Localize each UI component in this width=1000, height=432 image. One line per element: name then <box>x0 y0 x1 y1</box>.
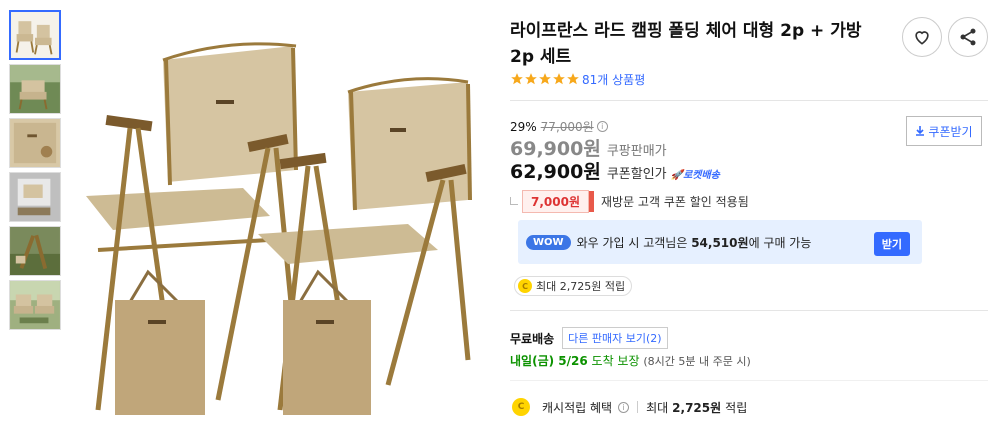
revisit-coupon-tag: 7,000원 <box>522 190 594 213</box>
bag-right-illustration <box>283 269 371 415</box>
cash-reward-row: C 캐시적립 혜택 i 최대 2,725원 적립 <box>512 398 747 416</box>
star-icon <box>567 73 579 85</box>
other-sellers-button[interactable]: 다른 판매자 보기(2) <box>562 327 668 349</box>
revisit-coupon-row: 7,000원 재방문 고객 쿠폰 할인 적용됨 <box>510 190 749 213</box>
cash-reward-label: 캐시적립 혜택 <box>542 400 613 415</box>
arrival-day: 내일(금) 5/26 <box>510 354 588 368</box>
cash-max-label: 최대 <box>646 400 669 415</box>
coupon-price-row: 62,900원 쿠폰할인가 🚀로켓배송 <box>510 157 720 184</box>
separator <box>637 401 639 413</box>
coupon-download-button[interactable]: 쿠폰받기 <box>906 116 982 146</box>
coin-icon: C <box>518 279 532 293</box>
thumbnail-3[interactable] <box>9 118 61 168</box>
max-points-pill: C 최대 2,725원 적립 <box>514 276 633 296</box>
coupon-price-label: 쿠폰할인가 <box>606 167 667 182</box>
heart-icon <box>915 31 929 45</box>
corner-marker <box>510 196 518 205</box>
rating-row[interactable]: 81개 상품평 <box>510 71 645 87</box>
product-main-image <box>68 20 488 420</box>
arrival-suffix: 도착 보장 <box>591 354 640 368</box>
info-icon[interactable]: i <box>596 121 608 132</box>
wow-badge: WOW <box>526 234 571 250</box>
star-icon <box>525 73 537 85</box>
cash-coin-icon: C <box>512 398 530 416</box>
thumbnail-2[interactable] <box>9 64 61 114</box>
thumbnail-list <box>9 10 61 334</box>
wow-text-prefix: 와우 가입 시 고객님은 <box>576 235 688 250</box>
wow-receive-button[interactable]: 받기 <box>873 232 910 256</box>
wishlist-button[interactable] <box>902 17 942 57</box>
wow-price: 54,510원 <box>691 235 749 250</box>
rocket-delivery-badge: 🚀로켓배송 <box>670 170 720 181</box>
review-count-link[interactable]: 81개 상품평 <box>582 71 645 88</box>
thumbnail-5[interactable] <box>9 226 61 276</box>
coupon-button-label: 쿠폰받기 <box>928 124 973 139</box>
discount-row: 29% 77,000원 i <box>510 118 608 135</box>
arrival-info: 내일(금) 5/26 도착 보장 (8시간 5분 내 주문 시) <box>510 352 751 369</box>
cash-amount: 2,725원 <box>672 400 722 415</box>
shipping-row: 무료배송 다른 판매자 보기(2) <box>510 327 668 349</box>
share-icon <box>960 28 976 46</box>
divider <box>510 100 988 101</box>
coupon-price: 62,900원 <box>510 161 601 183</box>
thumbnail-1[interactable] <box>9 10 61 60</box>
wow-membership-box: WOW 와우 가입 시 고객님은 54,510원에 구매 가능 받기 <box>518 220 922 264</box>
max-points-text: 최대 2,725원 적립 <box>536 280 626 293</box>
share-button[interactable] <box>948 17 988 57</box>
star-icon <box>511 73 523 85</box>
thumbnail-4[interactable] <box>9 172 61 222</box>
star-icon <box>553 73 565 85</box>
info-icon[interactable]: i <box>618 401 630 413</box>
cash-suffix: 적립 <box>725 400 748 415</box>
thumbnail-6[interactable] <box>9 280 61 330</box>
divider <box>510 310 988 311</box>
discount-rate: 29% <box>510 119 537 134</box>
rocket-delivery-label: 로켓배송 <box>683 170 720 181</box>
product-title: 라이프란스 라드 캠핑 폴딩 체어 대형 2p + 가방 2p 세트 <box>510 21 862 67</box>
original-price: 77,000원 <box>540 120 594 134</box>
free-shipping-label: 무료배송 <box>510 331 555 346</box>
product-info-panel: 라이프란스 라드 캠핑 폴딩 체어 대형 2p + 가방 2p 세트 81개 상… <box>510 0 990 432</box>
download-icon <box>916 126 925 136</box>
revisit-coupon-text: 재방문 고객 쿠폰 할인 적용됨 <box>601 195 749 209</box>
divider <box>510 380 988 381</box>
wow-text: 와우 가입 시 고객님은 54,510원에 구매 가능 <box>577 234 812 251</box>
star-icon <box>539 73 551 85</box>
arrival-note: (8시간 5분 내 주문 시) <box>643 355 751 368</box>
wow-text-suffix: 에 구매 가능 <box>748 235 812 250</box>
star-rating <box>510 72 580 86</box>
